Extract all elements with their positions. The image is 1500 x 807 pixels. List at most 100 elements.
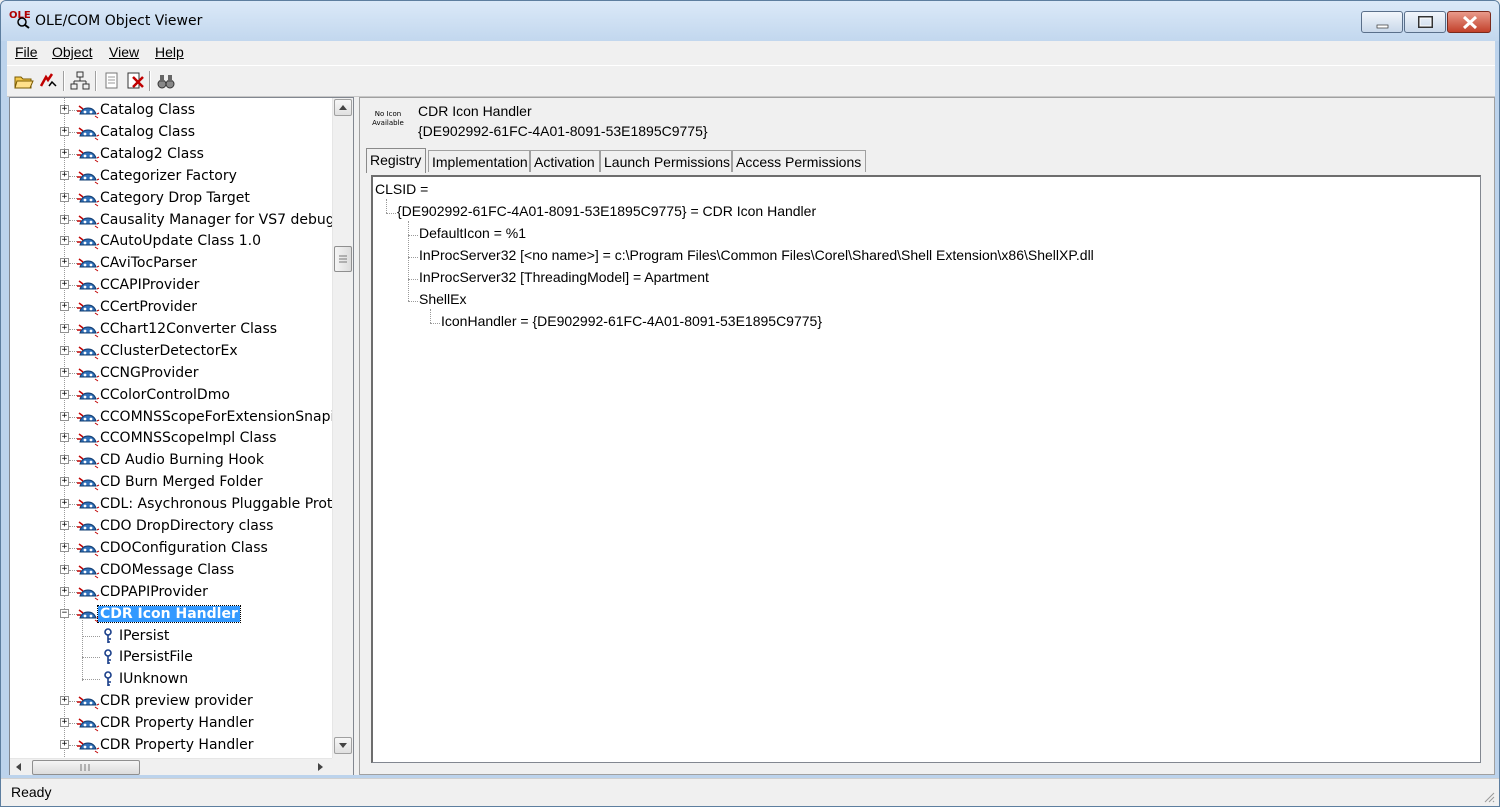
hierarchy-icon[interactable] bbox=[69, 70, 91, 92]
tree-item-label: CDR preview provider bbox=[100, 693, 253, 709]
tree-item[interactable]: + CDR Property Handler bbox=[10, 735, 332, 757]
copy-icon[interactable] bbox=[102, 70, 124, 92]
status-text: Ready bbox=[11, 784, 52, 800]
tree-item[interactable]: + CD Audio Burning Hook bbox=[10, 450, 332, 472]
tab-access-permissions[interactable]: Access Permissions bbox=[732, 150, 866, 172]
tab-registry[interactable]: Registry bbox=[366, 148, 426, 173]
tree-item[interactable]: + CDOMessage Class bbox=[10, 560, 332, 582]
tree-item[interactable]: + CD Burn Merged Folder bbox=[10, 472, 332, 494]
menu-view[interactable]: View bbox=[109, 44, 139, 60]
tree-item-label: CDPAPIProvider bbox=[100, 584, 208, 600]
title-bar[interactable]: OLE OLE/COM Object Viewer bbox=[1, 1, 1499, 41]
no-icon-placeholder: No Icon Available bbox=[372, 110, 404, 127]
tree-item[interactable]: + Category Drop Target bbox=[10, 188, 332, 210]
maximize-button[interactable] bbox=[1404, 11, 1446, 33]
expand-icon[interactable]: + bbox=[60, 696, 69, 705]
binoculars-icon[interactable] bbox=[155, 70, 177, 92]
expand-icon[interactable]: + bbox=[60, 236, 69, 245]
expand-icon[interactable]: + bbox=[60, 171, 69, 180]
menu-file[interactable]: File bbox=[15, 44, 38, 60]
tree-item[interactable]: + CCNGProvider bbox=[10, 363, 332, 385]
tree-item[interactable]: + CDO DropDirectory class bbox=[10, 516, 332, 538]
tree-item[interactable]: + CCOMNSScopeImpl Class bbox=[10, 428, 332, 450]
menu-object[interactable]: Object bbox=[52, 44, 92, 60]
expand-icon[interactable]: + bbox=[60, 215, 69, 224]
tree-vertical-scrollbar[interactable] bbox=[332, 98, 353, 758]
expand-icon[interactable]: + bbox=[60, 258, 69, 267]
tree-item[interactable]: + CAviTocParser bbox=[10, 253, 332, 275]
expand-icon[interactable]: + bbox=[60, 521, 69, 530]
expand-icon[interactable]: + bbox=[60, 346, 69, 355]
interface-item[interactable]: IPersist bbox=[10, 626, 332, 648]
expand-icon[interactable]: + bbox=[60, 368, 69, 377]
expand-icon[interactable]: + bbox=[60, 390, 69, 399]
tree-item[interactable]: + CDOConfiguration Class bbox=[10, 538, 332, 560]
tree-item[interactable]: + Catalog Class bbox=[10, 100, 332, 122]
tree-item[interactable]: + CClusterDetectorEx bbox=[10, 341, 332, 363]
expand-icon[interactable]: + bbox=[60, 324, 69, 333]
object-tree[interactable]: + Catalog Class + Catalog Class + Catalog2 Cl… bbox=[10, 98, 332, 758]
expand-icon[interactable]: + bbox=[60, 149, 69, 158]
scroll-corner bbox=[332, 758, 353, 775]
tree-item-label: CCOMNSScopeImpl Class bbox=[100, 430, 277, 446]
tab-activation[interactable]: Activation bbox=[530, 150, 600, 172]
expand-icon[interactable]: + bbox=[60, 587, 69, 596]
release-icon[interactable] bbox=[124, 70, 146, 92]
collapse-icon[interactable]: − bbox=[60, 609, 69, 618]
tree-item-selected[interactable]: − CDR Icon Handler bbox=[10, 604, 332, 626]
expand-icon[interactable]: + bbox=[60, 565, 69, 574]
tree-item[interactable]: + Catalog Class bbox=[10, 122, 332, 144]
tree-item[interactable]: + CCertProvider bbox=[10, 297, 332, 319]
tree-item-label: CDR Property Handler bbox=[100, 737, 254, 753]
expand-icon[interactable]: + bbox=[60, 718, 69, 727]
resize-grip-icon[interactable] bbox=[1483, 791, 1495, 803]
tab-implementation[interactable]: Implementation bbox=[428, 150, 530, 172]
tree-item-label: Catalog Class bbox=[100, 102, 196, 118]
expand-icon[interactable]: + bbox=[60, 477, 69, 486]
com-class-icon bbox=[76, 409, 100, 427]
tree-item[interactable]: + CDL: Asychronous Pluggable Protoc bbox=[10, 494, 332, 516]
interface-item[interactable]: IUnknown bbox=[10, 669, 332, 691]
interface-item[interactable]: IPersistFile bbox=[10, 647, 332, 669]
expand-icon[interactable]: + bbox=[60, 280, 69, 289]
tree-item[interactable]: + CAutoUpdate Class 1.0 bbox=[10, 231, 332, 253]
tree-connector bbox=[386, 199, 387, 213]
tree-item-label: CDOConfiguration Class bbox=[100, 540, 268, 556]
expand-icon[interactable]: + bbox=[60, 433, 69, 442]
scroll-down-button[interactable] bbox=[334, 737, 352, 754]
horizontal-scroll-thumb[interactable] bbox=[32, 760, 140, 775]
arrow-left-icon[interactable] bbox=[14, 762, 24, 772]
tab-launch-permissions[interactable]: Launch Permissions bbox=[600, 150, 732, 172]
tree-item[interactable]: + CDR Property Handler bbox=[10, 713, 332, 735]
scroll-up-button[interactable] bbox=[334, 99, 352, 116]
tree-item[interactable]: + CCAPIProvider bbox=[10, 275, 332, 297]
expand-icon[interactable]: + bbox=[60, 193, 69, 202]
expand-icon[interactable]: + bbox=[60, 740, 69, 749]
minimize-button[interactable] bbox=[1361, 11, 1403, 33]
tree-item[interactable]: + Catalog2 Class bbox=[10, 144, 332, 166]
tree-item[interactable]: + CChart12Converter Class bbox=[10, 319, 332, 341]
connect-icon[interactable] bbox=[37, 70, 59, 92]
tree-item[interactable]: + CColorControlDmo bbox=[10, 385, 332, 407]
arrow-right-icon[interactable] bbox=[315, 762, 325, 772]
tree-item[interactable]: + CDPAPIProvider bbox=[10, 582, 332, 604]
registry-tree[interactable]: CLSID = {DE902992-61FC-4A01-8091-53E1895… bbox=[371, 175, 1481, 763]
scroll-thumb[interactable] bbox=[334, 246, 352, 272]
expand-icon[interactable]: + bbox=[60, 499, 69, 508]
tree-item[interactable]: + Causality Manager for VS7 debugge bbox=[10, 210, 332, 232]
menu-help[interactable]: Help bbox=[155, 44, 184, 60]
tree-item[interactable]: + Categorizer Factory bbox=[10, 166, 332, 188]
expand-icon[interactable]: + bbox=[60, 455, 69, 464]
expand-icon[interactable]: + bbox=[60, 127, 69, 136]
expand-icon[interactable]: + bbox=[60, 543, 69, 552]
tree-item[interactable]: + CCOMNSScopeForExtensionSnapin bbox=[10, 407, 332, 429]
open-icon[interactable] bbox=[13, 70, 35, 92]
registry-line: IconHandler = {DE902992-61FC-4A01-8091-5… bbox=[441, 313, 822, 329]
tree-horizontal-scrollbar[interactable] bbox=[10, 758, 332, 775]
close-button[interactable] bbox=[1447, 11, 1491, 33]
expand-icon[interactable]: + bbox=[60, 412, 69, 421]
registry-line: ShellEx bbox=[419, 291, 467, 307]
expand-icon[interactable]: + bbox=[60, 105, 69, 114]
tree-item[interactable]: + CDR preview provider bbox=[10, 691, 332, 713]
expand-icon[interactable]: + bbox=[60, 302, 69, 311]
